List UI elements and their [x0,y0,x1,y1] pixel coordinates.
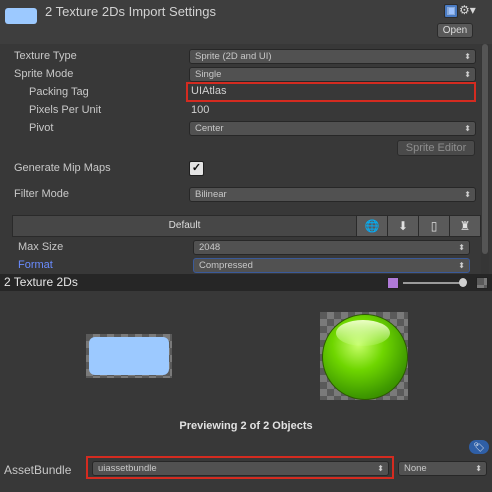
tab-default[interactable]: Default [13,216,357,236]
settings-icon[interactable]: ⚙▾ [459,3,476,17]
open-button[interactable]: Open [437,23,473,38]
preview-caption: Previewing 2 of 2 Objects [179,420,313,432]
preview-area [0,291,492,458]
filter-mode-dropdown[interactable]: Bilinear ⬍ [189,187,476,202]
sprite-mode-label: Sprite Mode [14,68,74,80]
sprite-mode-dropdown[interactable]: Single ⬍ [189,67,476,82]
packing-tag-input[interactable]: UIAtlas [191,85,471,97]
max-size-value: 2048 [199,242,221,253]
pivot-dropdown[interactable]: Center ⬍ [189,121,476,136]
sprite-editor-button[interactable]: Sprite Editor [397,140,475,156]
format-label: Format [18,259,53,271]
inspector-title: 2 Texture 2Ds Import Settings [45,4,217,19]
dropdown-arrow-icon: ⬍ [464,70,471,79]
android-icon[interactable]: ♜ [449,216,480,236]
mip-slider[interactable] [403,282,463,284]
texture-thumbnail [5,8,37,24]
dropdown-arrow-icon: ⬍ [464,190,471,199]
asset-bundle-variant-value: None [404,463,427,474]
filter-mode-label: Filter Mode [14,188,70,200]
texture-type-value: Sprite (2D and UI) [195,51,272,62]
globe-icon[interactable]: 🌐 [356,216,387,236]
texture-type-label: Texture Type [14,50,77,62]
sprite-mode-value: Single [195,69,222,80]
generate-mip-maps-checkbox[interactable]: ✓ [189,161,204,176]
alpha-toggle-icon[interactable] [387,277,399,289]
pixels-per-unit-label: Pixels Per Unit [29,104,102,116]
preview-title: 2 Texture 2Ds [4,275,78,289]
platform-tabs: Default 🌐 ⬇ ▯ ♜ [12,215,481,237]
asset-bundle-dropdown[interactable]: uiassetbundle ⬍ [92,461,389,476]
dropdown-arrow-icon: ⬍ [464,124,471,133]
scrollbar-thumb[interactable] [482,44,488,254]
dropdown-arrow-icon: ⬍ [377,464,384,473]
dropdown-arrow-icon: ⬍ [475,464,482,473]
dropdown-arrow-icon: ⬍ [464,52,471,61]
pivot-value: Center [195,123,224,134]
asset-label-icon[interactable]: 🏷 [469,440,489,454]
pivot-label: Pivot [29,122,54,134]
packing-tag-label: Packing Tag [29,86,89,98]
green-sphere-highlight [336,320,390,346]
dropdown-arrow-icon: ⬍ [458,243,465,252]
max-size-label: Max Size [18,241,64,253]
texture-type-dropdown[interactable]: Sprite (2D and UI) ⬍ [189,49,476,64]
blue-rounded-rectangle [89,337,169,375]
pixels-per-unit-input[interactable]: 100 [191,104,471,116]
asset-bundle-variant-dropdown[interactable]: None ⬍ [398,461,487,476]
checkmark-icon: ✓ [191,162,202,174]
mip-slider-thumb[interactable] [459,278,467,287]
checker-toggle-icon[interactable] [476,277,488,289]
asset-bundle-label: AssetBundle [4,463,72,477]
filter-mode-value: Bilinear [195,189,227,200]
download-icon[interactable]: ⬇ [387,216,418,236]
format-dropdown[interactable]: Compressed ⬍ [193,258,470,273]
generate-mip-maps-label: Generate Mip Maps [14,162,111,174]
dropdown-arrow-icon: ⬍ [458,261,465,270]
mobile-icon[interactable]: ▯ [418,216,449,236]
max-size-dropdown[interactable]: 2048 ⬍ [193,240,470,255]
help-icon[interactable] [444,4,458,18]
format-value: Compressed [199,260,253,271]
asset-bundle-value: uiassetbundle [98,463,157,474]
